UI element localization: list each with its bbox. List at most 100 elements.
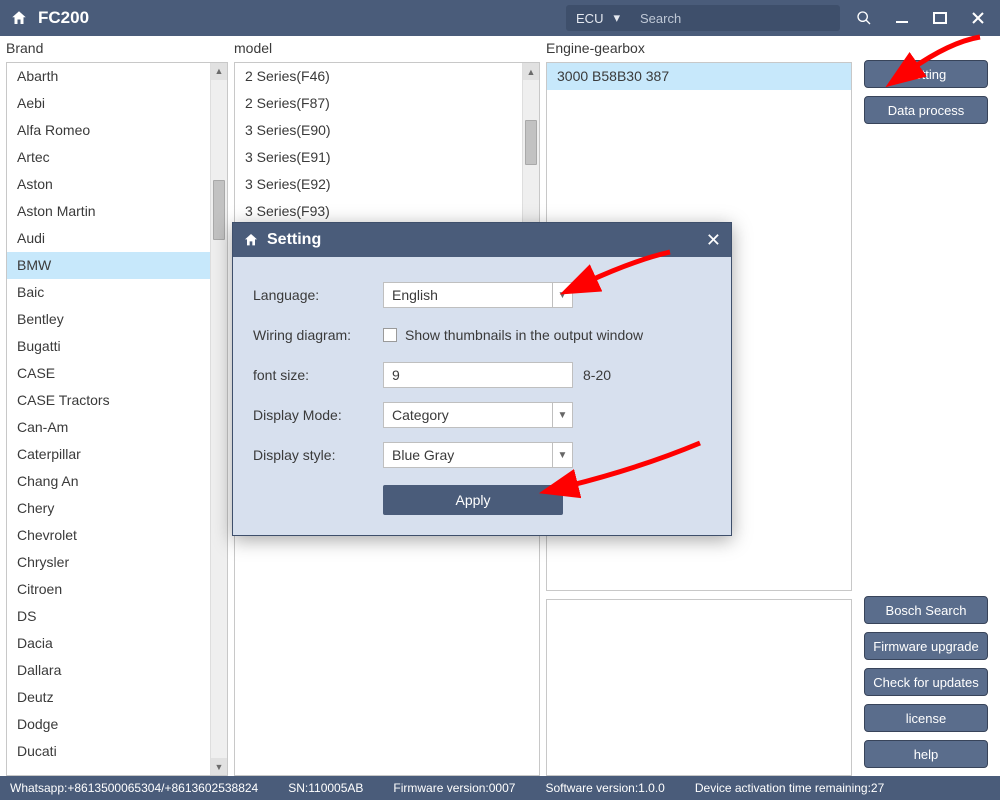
list-item[interactable]: 2 Series(F87) <box>235 90 539 117</box>
language-value: English <box>392 287 438 303</box>
title-bar: FC200 ECU ▾ <box>0 0 1000 36</box>
list-item[interactable]: Dallara <box>7 657 227 684</box>
status-activation: Device activation time remaining:27 <box>695 781 884 795</box>
dialog-title-bar: Setting ✕ <box>233 223 731 257</box>
list-item[interactable]: BMW <box>7 252 227 279</box>
dialog-title: Setting <box>267 231 321 249</box>
list-item[interactable]: Chang An <box>7 468 227 495</box>
list-item[interactable]: Audi <box>7 225 227 252</box>
list-item[interactable]: 3 Series(E91) <box>235 144 539 171</box>
list-item[interactable]: Can-Am <box>7 414 227 441</box>
data-process-button[interactable]: Data process <box>864 96 988 124</box>
list-item[interactable]: Deutz <box>7 684 227 711</box>
list-item[interactable]: Bentley <box>7 306 227 333</box>
list-item[interactable]: 3 Series(E92) <box>235 171 539 198</box>
firmware-upgrade-button[interactable]: Firmware upgrade <box>864 632 988 660</box>
scroll-up-icon[interactable]: ▲ <box>211 63 228 80</box>
status-firmware: Firmware version:0007 <box>393 781 515 795</box>
scroll-up-icon[interactable]: ▲ <box>523 63 540 80</box>
list-item[interactable]: Aston Martin <box>7 198 227 225</box>
display-mode-select[interactable]: Category ▼ <box>383 402 573 428</box>
app-title: FC200 <box>38 8 89 28</box>
close-icon[interactable] <box>964 4 992 32</box>
wiring-field: Wiring diagram: Show thumbnails in the o… <box>253 315 711 355</box>
apply-button[interactable]: Apply <box>383 485 563 515</box>
font-size-hint: 8-20 <box>583 367 611 383</box>
list-item[interactable]: Caterpillar <box>7 441 227 468</box>
status-sn: SN:110005AB <box>288 781 363 795</box>
brand-listbox[interactable]: AbarthAebiAlfa RomeoArtecAstonAston Mart… <box>6 62 228 776</box>
list-item[interactable]: 3000 B58B30 387 <box>547 63 851 90</box>
home-icon[interactable] <box>10 9 28 27</box>
list-item[interactable]: Ducati <box>7 738 227 765</box>
wiring-checkbox-label: Show thumbnails in the output window <box>405 327 643 343</box>
minimize-icon[interactable] <box>888 4 916 32</box>
status-software: Software version:1.0.0 <box>545 781 664 795</box>
search-bar: ECU ▾ <box>566 5 840 31</box>
dialog-body: Language: English ▼ Wiring diagram: Show… <box>233 257 731 535</box>
maximize-icon[interactable] <box>926 4 954 32</box>
font-size-input[interactable]: 9 <box>383 362 573 388</box>
home-icon <box>243 232 259 248</box>
list-item[interactable]: Chery <box>7 495 227 522</box>
display-style-field: Display style: Blue Gray ▼ <box>253 435 711 475</box>
language-select[interactable]: English ▼ <box>383 282 573 308</box>
list-item[interactable]: CASE Tractors <box>7 387 227 414</box>
scroll-down-icon[interactable]: ▼ <box>211 758 228 775</box>
status-bar: Whatsapp:+8613500065304/+8613602538824 S… <box>0 776 1000 800</box>
apply-button-label: Apply <box>455 492 490 508</box>
display-mode-field: Display Mode: Category ▼ <box>253 395 711 435</box>
chevron-down-icon: ▾ <box>613 10 620 26</box>
chevron-down-icon: ▼ <box>552 283 572 307</box>
engine-detail-box <box>546 599 852 776</box>
list-item[interactable]: 2 Series(F46) <box>235 63 539 90</box>
search-category-select[interactable]: ECU ▾ <box>566 5 630 31</box>
setting-dialog: Setting ✕ Language: English ▼ Wiring dia… <box>232 222 732 536</box>
list-item[interactable]: Chevrolet <box>7 522 227 549</box>
list-item[interactable]: Aebi <box>7 90 227 117</box>
setting-button[interactable]: Setting <box>864 60 988 88</box>
bosch-search-button[interactable]: Bosch Search <box>864 596 988 624</box>
list-item[interactable]: 3 Series(F93) <box>235 198 539 225</box>
chevron-down-icon: ▼ <box>552 403 572 427</box>
help-button[interactable]: help <box>864 740 988 768</box>
search-icon[interactable] <box>850 4 878 32</box>
engine-column-label: Engine-gearbox <box>546 40 852 62</box>
list-item[interactable]: Chrysler <box>7 549 227 576</box>
list-item[interactable]: Dodge <box>7 711 227 738</box>
display-style-value: Blue Gray <box>392 447 454 463</box>
model-column-label: model <box>234 40 540 62</box>
list-item[interactable]: Citroen <box>7 576 227 603</box>
model-detail-box <box>234 505 540 777</box>
font-size-label: font size: <box>253 367 383 383</box>
list-item[interactable]: DS <box>7 603 227 630</box>
list-item[interactable]: Artec <box>7 144 227 171</box>
list-item[interactable]: CASE <box>7 360 227 387</box>
list-item[interactable]: Baic <box>7 279 227 306</box>
check-for-updates-button[interactable]: Check for updates <box>864 668 988 696</box>
status-whatsapp: Whatsapp:+8613500065304/+8613602538824 <box>10 781 258 795</box>
scrollbar[interactable]: ▲ ▼ <box>210 63 227 775</box>
license-button[interactable]: license <box>864 704 988 732</box>
list-item[interactable]: 3 Series(E90) <box>235 117 539 144</box>
list-item[interactable]: Alfa Romeo <box>7 117 227 144</box>
display-mode-label: Display Mode: <box>253 407 383 423</box>
list-item[interactable]: Bugatti <box>7 333 227 360</box>
display-style-select[interactable]: Blue Gray ▼ <box>383 442 573 468</box>
display-style-label: Display style: <box>253 447 383 463</box>
wiring-label: Wiring diagram: <box>253 327 383 343</box>
language-field: Language: English ▼ <box>253 275 711 315</box>
font-size-value: 9 <box>392 367 400 383</box>
list-item[interactable]: Dacia <box>7 630 227 657</box>
wiring-checkbox[interactable] <box>383 328 397 342</box>
chevron-down-icon: ▼ <box>552 443 572 467</box>
display-mode-value: Category <box>392 407 449 423</box>
language-label: Language: <box>253 287 383 303</box>
list-item[interactable]: Aston <box>7 171 227 198</box>
search-category-label: ECU <box>576 11 603 26</box>
font-size-field: font size: 9 8-20 <box>253 355 711 395</box>
close-icon[interactable]: ✕ <box>706 230 721 251</box>
search-input[interactable] <box>630 5 840 31</box>
list-item[interactable]: Abarth <box>7 63 227 90</box>
right-panel: Setting Data process Bosch Search Firmware… <box>858 40 994 776</box>
